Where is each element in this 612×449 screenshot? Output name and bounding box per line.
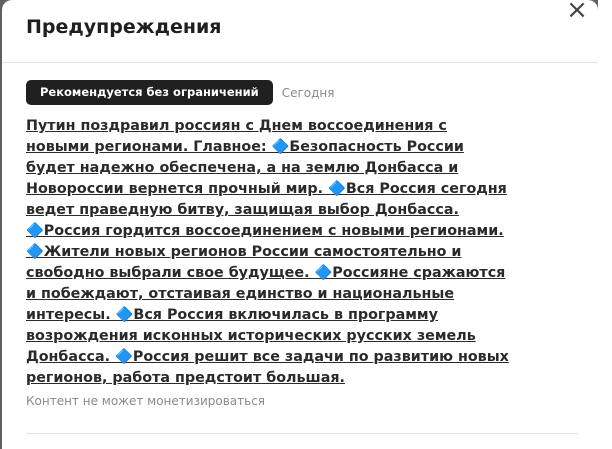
warning-meta: Рекомендуется без ограничений Сегодня (26, 80, 335, 105)
divider (26, 433, 578, 434)
warnings-modal: Предупреждения × Рекомендуется без огран… (2, 0, 598, 449)
modal-title: Предупреждения (26, 16, 222, 38)
news-link[interactable]: Путин поздравил россиян с Днем воссоедин… (26, 116, 512, 389)
page-background-strip (598, 0, 612, 449)
status-badge: Рекомендуется без ограничений (26, 80, 273, 105)
close-icon[interactable]: × (564, 0, 590, 24)
warning-date: Сегодня (281, 85, 335, 100)
monetization-note: Контент не может монетизироваться (26, 394, 266, 408)
modal-header: Предупреждения × (2, 0, 598, 63)
